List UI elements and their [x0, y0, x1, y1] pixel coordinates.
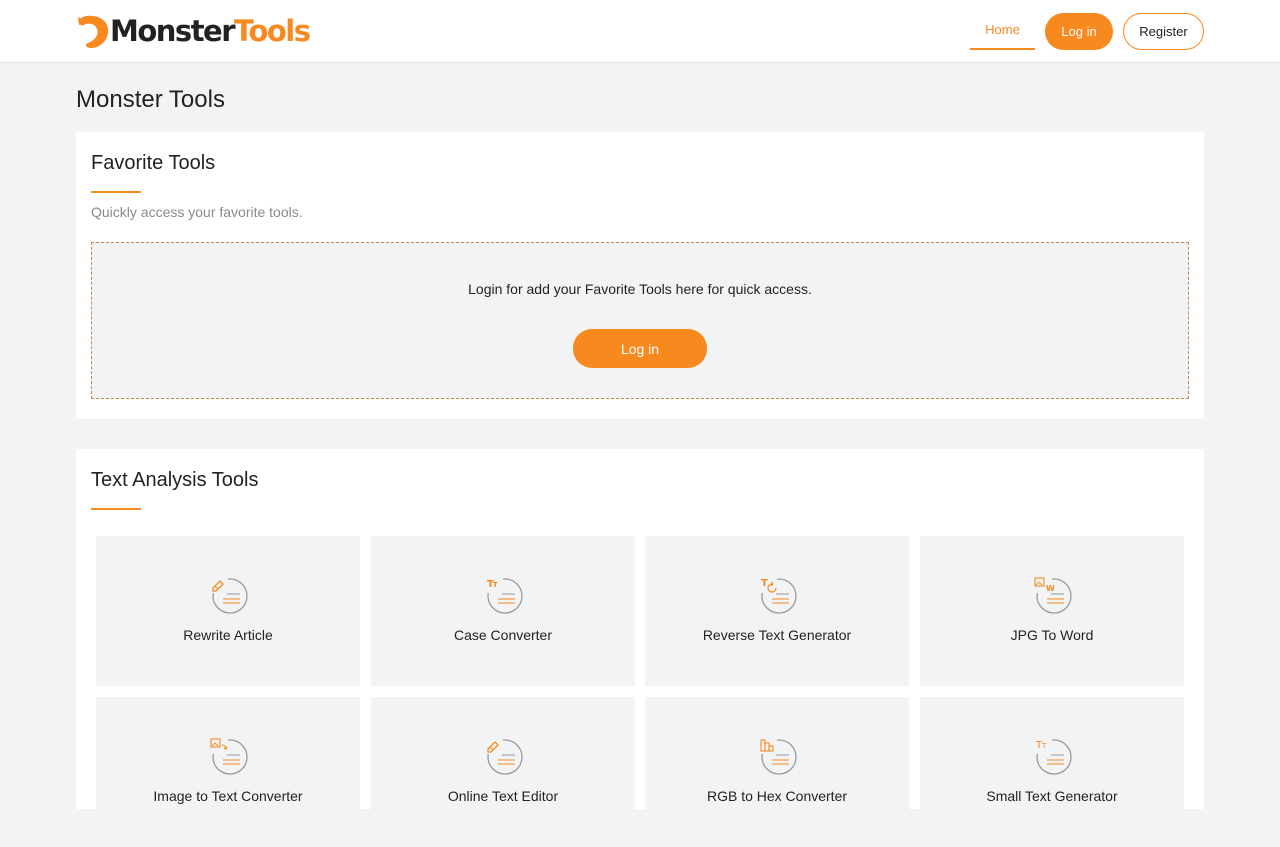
logo-wordmark: MonsterTools	[110, 13, 311, 48]
reverse-text-doc-icon: T	[759, 576, 797, 614]
tool-tile[interactable]: RGB to Hex Converter	[645, 697, 909, 847]
tool-label: Online Text Editor	[447, 788, 559, 804]
heading-underline	[91, 508, 141, 510]
tool-label: Reverse Text Generator	[702, 627, 852, 643]
favorites-login-message: Login for add your Favorite Tools here f…	[468, 281, 812, 297]
header-login-button[interactable]: Log in	[1045, 13, 1113, 50]
text-analysis-tools-card: Text Analysis Tools Rewrite Article T T Cas…	[76, 449, 1204, 847]
image-word-doc-icon: W	[1034, 576, 1072, 614]
logo-text-tools: Tools	[234, 13, 311, 48]
header-register-button[interactable]: Register	[1123, 13, 1204, 50]
tool-label: RGB to Hex Converter	[706, 788, 848, 804]
pencil-doc-icon	[485, 737, 523, 775]
tool-tile[interactable]: T T Small Text Generator	[920, 697, 1184, 847]
monster-logo-icon	[76, 13, 110, 49]
svg-text:W: W	[1046, 584, 1055, 593]
tool-tile[interactable]: W JPG To Word	[920, 536, 1184, 686]
top-navbar: MonsterTools Home Log in Register	[0, 0, 1280, 63]
nav-home-link[interactable]: Home	[970, 13, 1035, 50]
image-arrow-doc-icon	[210, 737, 248, 775]
favorite-tools-card: Favorite Tools Quickly access your favor…	[76, 132, 1204, 419]
page-title: Monster Tools	[76, 86, 225, 113]
tool-label: Rewrite Article	[183, 627, 273, 643]
tool-label: Case Converter	[453, 627, 553, 643]
favorites-login-box: Login for add your Favorite Tools here f…	[91, 242, 1189, 399]
favorite-tools-subtitle: Quickly access your favorite tools.	[91, 204, 303, 220]
favorite-tools-heading: Favorite Tools	[91, 152, 216, 174]
tool-tile[interactable]: T Reverse Text Generator	[645, 536, 909, 686]
tool-tile[interactable]: Image to Text Converter	[96, 697, 360, 847]
main-nav: Home Log in Register	[970, 13, 1204, 50]
palette-doc-icon	[759, 737, 797, 775]
tool-tile[interactable]: Online Text Editor	[371, 697, 635, 847]
tool-label: Image to Text Converter	[153, 788, 303, 804]
heading-underline	[91, 191, 141, 193]
svg-text:T: T	[1041, 742, 1047, 750]
text-analysis-heading: Text Analysis Tools	[91, 469, 259, 491]
logo-text-monster: Monster	[110, 13, 236, 48]
pencil-doc-icon	[210, 576, 248, 614]
tool-tile[interactable]: Rewrite Article	[96, 536, 360, 686]
svg-text:T: T	[761, 578, 768, 589]
favorites-login-button[interactable]: Log in	[573, 329, 707, 368]
tool-label: Small Text Generator	[986, 788, 1118, 804]
site-logo[interactable]: MonsterTools	[76, 12, 311, 50]
svg-text:T: T	[493, 581, 498, 589]
tool-tile[interactable]: T T Case Converter	[371, 536, 635, 686]
case-tt-doc-icon: TT	[485, 576, 523, 614]
small-tt-doc-icon: TT	[1034, 737, 1072, 775]
tool-label: JPG To Word	[1010, 627, 1094, 643]
